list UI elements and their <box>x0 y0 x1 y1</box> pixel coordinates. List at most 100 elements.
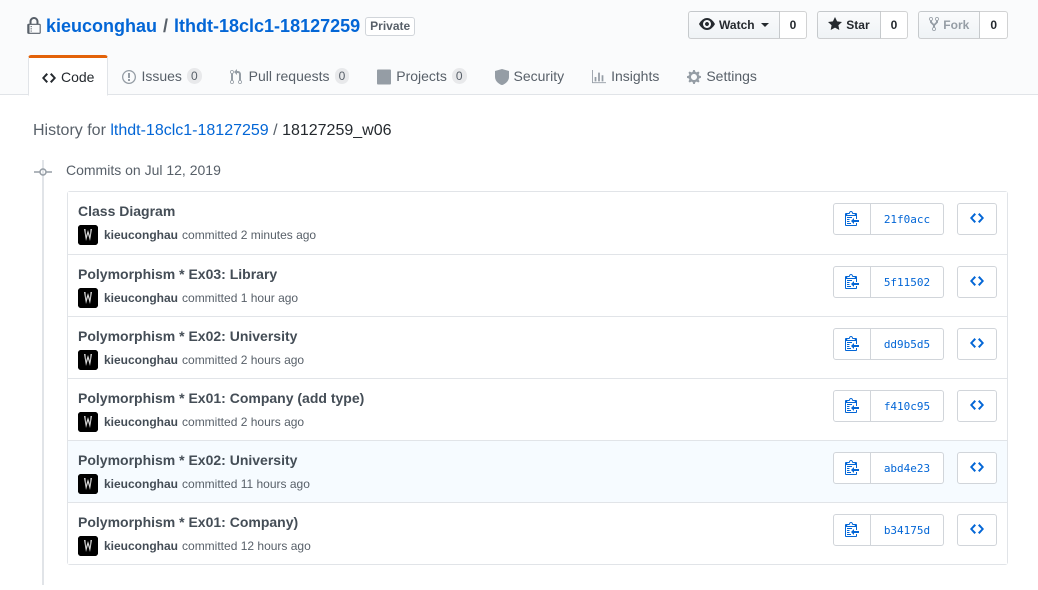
commit-verb: committed <box>182 477 238 491</box>
commit-group-title: Commits on Jul 12, 2019 <box>66 162 221 178</box>
star-label: Star <box>846 18 870 32</box>
commit-verb: committed <box>182 228 238 242</box>
tab-issues[interactable]: Issues 0 <box>108 55 215 95</box>
commit-verb: committed <box>182 539 238 553</box>
commit-time: 12 hours ago <box>240 539 311 553</box>
commit-list: Class Diagram kieuconghau committed 2 minu… <box>67 191 1008 565</box>
commit-row: Polymorphism * Ex02: University kieucongh… <box>68 316 1007 378</box>
commit-sha-link[interactable]: b34175d <box>871 514 944 546</box>
clipboard-icon <box>845 210 859 229</box>
tab-pull-requests[interactable]: Pull requests 0 <box>216 55 364 95</box>
commit-sha-link[interactable]: dd9b5d5 <box>871 328 944 360</box>
sha-group: dd9b5d5 <box>833 328 944 360</box>
commit-meta: kieuconghau committed 1 hour ago <box>78 288 298 308</box>
commit-title-link[interactable]: Polymorphism * Ex02: University <box>78 452 297 468</box>
copy-sha-button[interactable] <box>833 328 871 360</box>
repo-separator: / <box>163 15 169 36</box>
tab-pull-requests-label: Pull requests <box>248 68 330 84</box>
commit-meta: kieuconghau committed 2 hours ago <box>78 412 304 432</box>
issues-counter: 0 <box>186 68 202 84</box>
copy-sha-button[interactable] <box>833 203 871 235</box>
code-icon <box>42 70 56 84</box>
commit-sha-link[interactable]: f410c95 <box>871 390 944 422</box>
commit-verb: committed <box>182 353 238 367</box>
commit-author-link[interactable]: kieuconghau <box>104 539 178 553</box>
commit-meta: kieuconghau committed 2 hours ago <box>78 350 304 370</box>
commit-row: Polymorphism * Ex03: Library kieuconghau c… <box>68 254 1007 316</box>
fork-button[interactable]: Fork <box>918 11 981 39</box>
fork-group: Fork 0 <box>918 11 1008 39</box>
watch-group: Watch 0 <box>688 11 808 39</box>
commit-author-link[interactable]: kieuconghau <box>104 477 178 491</box>
commit-row: Polymorphism * Ex01: Company (add type) k… <box>68 378 1007 440</box>
commit-time: 2 hours ago <box>240 353 305 367</box>
tab-security[interactable]: Security <box>481 55 579 95</box>
browse-repo-button[interactable] <box>957 514 997 546</box>
sha-group: 21f0acc <box>833 203 944 235</box>
commit-title-link[interactable]: Polymorphism * Ex03: Library <box>78 266 277 282</box>
copy-sha-button[interactable] <box>833 452 871 484</box>
commit-title-link[interactable]: Polymorphism * Ex01: Company (add type) <box>78 390 364 406</box>
history-separator: / <box>273 122 278 139</box>
commit-time: 1 hour ago <box>240 291 299 305</box>
commit-sha-link[interactable]: 5f11502 <box>871 266 944 298</box>
commit-row: Class Diagram kieuconghau committed 2 minu… <box>68 192 1007 254</box>
fork-count[interactable]: 0 <box>980 11 1008 39</box>
tab-projects[interactable]: Projects 0 <box>363 55 480 95</box>
clipboard-icon <box>845 335 859 354</box>
star-group: Star 0 <box>817 11 909 39</box>
commit-row: Polymorphism * Ex02: University kieucongh… <box>68 440 1007 502</box>
star-count[interactable]: 0 <box>880 11 909 39</box>
copy-sha-button[interactable] <box>833 266 871 298</box>
history-repo-link[interactable]: lthdt-18clc1-18127259 <box>110 122 268 139</box>
repo-owner-link[interactable]: kieuconghau <box>46 16 157 37</box>
commit-author-link[interactable]: kieuconghau <box>104 228 178 242</box>
projects-counter: 0 <box>451 68 467 84</box>
gear-icon <box>687 69 702 84</box>
code-icon <box>970 521 984 540</box>
browse-repo-button[interactable] <box>957 328 997 360</box>
git-commit-icon <box>34 164 52 180</box>
commit-time: 2 minutes ago <box>240 228 317 242</box>
fork-label: Fork <box>943 18 970 32</box>
avatar[interactable] <box>78 474 98 494</box>
copy-sha-button[interactable] <box>833 390 871 422</box>
tab-security-label: Security <box>513 68 565 84</box>
sha-group: 5f11502 <box>833 266 944 298</box>
commit-sha-link[interactable]: 21f0acc <box>871 203 944 235</box>
avatar[interactable] <box>78 225 98 245</box>
commit-sha-link[interactable]: abd4e23 <box>871 452 944 484</box>
avatar[interactable] <box>78 350 98 370</box>
repo-title: kieuconghau / lthdt-18clc1-18127259 Priv… <box>27 14 416 38</box>
commit-author-link[interactable]: kieuconghau <box>104 415 178 429</box>
browse-repo-button[interactable] <box>957 203 997 235</box>
tab-issues-label: Issues <box>141 68 182 84</box>
commit-title-link[interactable]: Polymorphism * Ex02: University <box>78 328 297 344</box>
tab-insights[interactable]: Insights <box>578 55 673 95</box>
tab-code[interactable]: Code <box>28 55 109 96</box>
star-button[interactable]: Star <box>817 11 881 39</box>
commit-meta: kieuconghau committed 12 hours ago <box>78 536 311 556</box>
watch-count[interactable]: 0 <box>779 11 808 39</box>
commit-title-link[interactable]: Polymorphism * Ex01: Company) <box>78 514 298 530</box>
clipboard-icon <box>845 521 859 540</box>
repo-name-link[interactable]: lthdt-18clc1-18127259 <box>174 16 360 37</box>
avatar[interactable] <box>78 288 98 308</box>
tab-settings[interactable]: Settings <box>673 55 771 95</box>
commit-title-link[interactable]: Class Diagram <box>78 203 175 219</box>
avatar[interactable] <box>78 412 98 432</box>
watch-button[interactable]: Watch <box>688 11 780 39</box>
copy-sha-button[interactable] <box>833 514 871 546</box>
browse-repo-button[interactable] <box>957 390 997 422</box>
commit-actions: f410c95 <box>833 390 997 422</box>
commit-author-link[interactable]: kieuconghau <box>104 291 178 305</box>
avatar[interactable] <box>78 536 98 556</box>
browse-repo-button[interactable] <box>957 452 997 484</box>
code-icon <box>970 273 984 292</box>
star-icon <box>828 16 843 35</box>
timeline-line <box>42 160 44 585</box>
project-icon <box>377 69 392 85</box>
eye-icon <box>699 16 716 35</box>
browse-repo-button[interactable] <box>957 266 997 298</box>
commit-author-link[interactable]: kieuconghau <box>104 353 178 367</box>
